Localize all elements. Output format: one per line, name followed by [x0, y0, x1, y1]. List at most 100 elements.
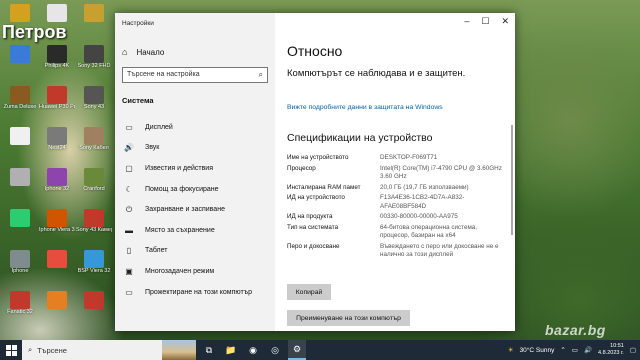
desktop-shortcut-icon — [47, 291, 67, 309]
desktop-icon[interactable] — [76, 291, 112, 309]
search-highlight-image[interactable] — [162, 340, 196, 360]
home-label: Начало — [136, 47, 165, 57]
protection-status: Компютърът се наблюдава и е защитен. — [287, 68, 466, 79]
search-icon: ⌕ — [28, 345, 33, 354]
desktop-icon[interactable]: Sony 43 Камера — [76, 209, 112, 234]
sidebar-nav-item[interactable]: ☾ Помощ за фокусиране — [115, 179, 275, 200]
desktop-icon[interactable] — [39, 4, 75, 22]
copy-button[interactable]: Копирай — [287, 284, 331, 300]
windows-logo-icon — [5, 344, 17, 356]
desktop-icon[interactable] — [2, 209, 38, 227]
desktop-shortcut-icon — [47, 4, 67, 22]
security-details-link[interactable]: Вижте подробните данни в защитата на Win… — [287, 104, 443, 111]
settings-icon[interactable]: ⚙ — [288, 340, 306, 360]
sidebar-nav-item[interactable]: ▬ Място за съхранение — [115, 220, 275, 241]
desktop-icon[interactable]: Sony 32 FHD — [76, 45, 112, 70]
speaker-icon: 🔊 — [124, 143, 134, 153]
maximize-icon[interactable]: ☐ — [481, 16, 489, 27]
desktop-icon[interactable]: Iphone 32 — [39, 168, 75, 193]
desktop-icon[interactable]: BSP Viera 32 — [76, 250, 112, 275]
desktop-shortcut-icon — [10, 127, 30, 145]
spec-value: Intel(R) Core(TM) i7-4790 CPU @ 3.60GHz … — [380, 164, 502, 180]
taskbar-search-input[interactable]: ⌕ Търсене — [22, 340, 162, 360]
desktop-icon-label: Iphone Viera 32 — [39, 227, 75, 233]
desktop-icon[interactable] — [2, 45, 38, 63]
sidebar-nav-label: Звук — [145, 144, 160, 152]
desktop-icon-label: Zuma Deluxe — [3, 104, 37, 110]
desktop-shortcut-icon — [10, 209, 30, 227]
desktop-icon[interactable] — [39, 250, 75, 268]
search-icon: ⌕ — [258, 70, 263, 79]
sidebar-nav-item[interactable]: ▢ Известия и действия — [115, 158, 275, 179]
desktop-icon-label: Sony Кабел — [79, 145, 109, 151]
sidebar-nav-item[interactable]: ▯ Таблет — [115, 241, 275, 262]
chrome-icon[interactable]: ◎ — [266, 340, 284, 360]
desktop-icon[interactable]: Cranford — [76, 168, 112, 193]
desktop-icon[interactable]: Philips 4K — [39, 45, 75, 70]
sidebar-nav-label: Захранване и заспиване — [145, 206, 225, 214]
desktop-icon-label: Sony 43 — [83, 104, 105, 110]
desktop-icon[interactable]: Huawei P30 Pro — [39, 86, 75, 111]
desktop-icon-grid: Philips 4K Sony 32 FHD Zuma Deluxe Huawei P… — [0, 0, 112, 340]
sidebar-nav-item[interactable]: 🔊 Звук — [115, 138, 275, 159]
desktop-icon[interactable]: Sony 43 — [76, 86, 112, 111]
rename-pc-button[interactable]: Преименуване на този компютър — [287, 310, 410, 326]
desktop-shortcut-icon — [10, 45, 30, 63]
desktop-icon[interactable]: Zuma Deluxe — [2, 86, 38, 111]
spec-value: F13A4E36-1CB2-4D7A-A832-AFAE08BF584D — [380, 194, 465, 210]
desktop-icon[interactable]: Nest24 — [39, 127, 75, 152]
desktop-icon[interactable] — [39, 291, 75, 309]
desktop-shortcut-icon — [47, 209, 67, 227]
desktop-icon[interactable] — [2, 168, 38, 186]
sidebar-nav-item[interactable]: ▭ Прожектиране на този компютър — [115, 282, 275, 303]
close-icon[interactable]: ✕ — [501, 16, 509, 27]
spec-row: ИД на устройството F13A4E36-1CB2-4D7A-A83… — [287, 194, 509, 210]
weather-text[interactable]: 30°C Sunny — [520, 347, 555, 354]
sidebar-nav-label: Многозадачен режим — [145, 267, 215, 275]
notifications-icon[interactable]: ▢ — [630, 346, 636, 354]
start-button[interactable] — [0, 340, 22, 360]
desktop-icon-label: Sony 32 FHD — [77, 63, 111, 69]
home-icon: ⌂ — [122, 47, 128, 57]
desktop-shortcut-icon — [84, 168, 104, 186]
settings-search-input[interactable]: Търсене на настройка ⌕ — [122, 67, 268, 83]
desktop-icon[interactable]: Fanatic 32 — [2, 291, 38, 316]
sidebar-nav-item[interactable]: ⏻ Захранване и заспиване — [115, 199, 275, 220]
desktop-icon[interactable]: Iphone Viera 32 — [39, 209, 75, 234]
scrollbar-thumb[interactable] — [511, 125, 513, 235]
desktop-shortcut-icon — [84, 86, 104, 104]
tray-chevron-icon[interactable]: ⌃ — [560, 346, 565, 354]
desktop-shortcut-icon — [10, 291, 30, 309]
desktop-shortcut-icon — [84, 127, 104, 145]
window-title: Настройки — [122, 20, 154, 27]
sidebar-nav-item[interactable]: ▭ Дисплей — [115, 117, 275, 138]
multitask-icon: ▣ — [125, 266, 133, 276]
desktop-icon-label: Nest24 — [48, 145, 66, 151]
window-controls: – ☐ ✕ — [464, 16, 509, 27]
power-icon: ⏻ — [125, 204, 133, 214]
network-icon[interactable]: ▭ — [572, 346, 578, 354]
clock-date: 4.8.2023 г. — [598, 350, 624, 356]
desktop-icon[interactable]: Sony Кабел — [76, 127, 112, 152]
file-explorer-icon[interactable]: 📁 — [222, 340, 240, 360]
about-content: – ☐ ✕ Относно Компютърът се наблюдава и … — [275, 13, 515, 331]
sidebar-nav-label: Прожектиране на този компютър — [145, 288, 252, 296]
desktop-icon[interactable] — [2, 4, 38, 22]
section-title: Система — [122, 96, 154, 105]
desktop-shortcut-icon — [47, 45, 67, 63]
desktop-icon[interactable] — [2, 127, 38, 145]
clock[interactable]: 10:51 4.8.2023 г. — [598, 343, 624, 357]
sidebar-nav-label: Помощ за фокусиране — [145, 185, 219, 193]
home-nav-item[interactable]: ⌂ Начало — [122, 47, 164, 57]
settings-nav-list: ▭ Дисплей 🔊 Звук ▢ Известия и действия ☾ Помощ … — [115, 117, 275, 302]
desktop-shortcut-icon — [47, 250, 67, 268]
desktop-shortcut-icon — [47, 86, 67, 104]
sidebar-nav-item[interactable]: ▣ Многозадачен режим — [115, 261, 275, 282]
task-view-icon[interactable]: ⧉ — [200, 340, 218, 360]
desktop-shortcut-icon — [47, 127, 67, 145]
desktop-icon[interactable]: Iphone — [2, 250, 38, 275]
volume-icon[interactable]: 🔊 — [584, 346, 592, 354]
desktop-icon[interactable] — [76, 4, 112, 22]
minimize-icon[interactable]: – — [464, 16, 469, 27]
firefox-icon[interactable]: ◉ — [244, 340, 262, 360]
